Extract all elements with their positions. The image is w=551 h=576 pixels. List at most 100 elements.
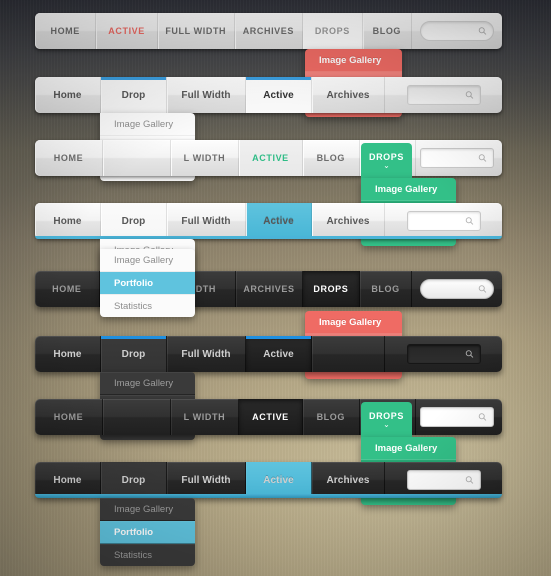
search-container bbox=[385, 462, 502, 498]
nav-label: Full Width bbox=[181, 215, 231, 227]
search-icon bbox=[465, 217, 474, 226]
nav-item-archives[interactable]: Archives bbox=[312, 77, 385, 113]
dropdown-item-portfolio[interactable]: Portfolio bbox=[100, 272, 195, 295]
nav-label: Drop bbox=[121, 474, 146, 486]
nav-label: BLOG bbox=[372, 26, 402, 36]
dropdown-item-statistics[interactable]: Statistics bbox=[100, 295, 195, 317]
chevron-down-icon: ⌄ bbox=[383, 161, 390, 170]
nav-item-home[interactable]: HOME bbox=[35, 271, 100, 307]
nav-item-archives[interactable]: ARCHIVES bbox=[236, 271, 303, 307]
nav-label: ACTIVE bbox=[252, 153, 289, 163]
dropdown-dark-8: Image Gallery Portfolio Statistics bbox=[100, 498, 195, 566]
accent-bar-blue bbox=[246, 77, 311, 80]
nav-item-active[interactable]: ACTIVE bbox=[238, 140, 304, 176]
nav-label: Archives bbox=[326, 215, 370, 227]
dropdown-item-portfolio[interactable]: Portfolio bbox=[100, 521, 195, 544]
search-box[interactable] bbox=[406, 211, 481, 231]
nav-item-home[interactable]: Home bbox=[35, 336, 101, 372]
nav-item-drops[interactable]: DROPS bbox=[302, 271, 361, 307]
dropdown-item-image-gallery[interactable]: Image Gallery bbox=[361, 437, 456, 460]
nav-label: ARCHIVES bbox=[243, 284, 295, 294]
nav-item-spacer[interactable] bbox=[103, 140, 171, 176]
nav-item-blog[interactable]: BLOG bbox=[303, 140, 360, 176]
dropdown-item-image-gallery[interactable]: Image Gallery bbox=[100, 498, 195, 521]
nav-item-drop[interactable]: Drop bbox=[101, 462, 167, 498]
search-container bbox=[416, 399, 502, 435]
search-icon bbox=[478, 413, 487, 422]
nav-item-drops-green-7[interactable]: DROPS ⌄ bbox=[361, 402, 412, 437]
nav-item-active[interactable]: Active bbox=[246, 336, 312, 372]
nav-item-full-width[interactable]: Full Width bbox=[167, 77, 246, 113]
navbar-light-blue-underline: Home Drop Full Width Active Archives bbox=[35, 203, 502, 239]
nav-item-full-width[interactable]: L WIDTH bbox=[171, 399, 239, 435]
search-box[interactable] bbox=[406, 85, 481, 105]
nav-item-archives[interactable]: Archives bbox=[312, 203, 385, 239]
nav-item-blog[interactable]: BLOG bbox=[303, 399, 360, 435]
nav-item-home[interactable]: Home bbox=[35, 77, 101, 113]
navbar-light-green: HOME L WIDTH ACTIVE BLOG bbox=[35, 140, 502, 176]
nav-item-home[interactable]: Home bbox=[35, 203, 101, 239]
nav-item-drop[interactable]: Drop bbox=[101, 336, 167, 372]
search-box[interactable] bbox=[406, 470, 481, 490]
dropdown-item-image-gallery[interactable]: Image Gallery bbox=[305, 49, 402, 72]
dropdown-item-image-gallery[interactable]: Image Gallery bbox=[100, 113, 195, 136]
search-box[interactable] bbox=[420, 407, 495, 427]
search-box[interactable] bbox=[420, 148, 495, 168]
nav-item-home[interactable]: HOME bbox=[35, 140, 103, 176]
nav-label: Drop bbox=[121, 348, 146, 360]
search-box[interactable] bbox=[419, 21, 494, 41]
nav-item-full-width[interactable]: FULL WIDTH bbox=[158, 13, 235, 49]
nav-item-drop[interactable]: Drop bbox=[101, 77, 167, 113]
nav-item-blog[interactable]: BLOG bbox=[363, 13, 412, 49]
nav-item-active[interactable]: Active bbox=[246, 203, 312, 239]
nav-item-home[interactable]: Home bbox=[35, 462, 101, 498]
nav-item-spacer[interactable] bbox=[103, 399, 171, 435]
dropdown-label: Image Gallery bbox=[375, 442, 438, 454]
dropdown-item-image-gallery[interactable]: Image Gallery bbox=[305, 311, 402, 334]
nav-item-full-width[interactable]: Full Width bbox=[167, 462, 246, 498]
nav-item-archives[interactable] bbox=[312, 336, 385, 372]
navbar-showcase: HOME ACTIVE FULL WIDTH ARCHIVES DROPS BL… bbox=[0, 0, 551, 576]
dropdown-label: Image Gallery bbox=[319, 54, 382, 66]
chevron-down-icon: ⌄ bbox=[383, 420, 390, 429]
search-container bbox=[412, 13, 502, 49]
nav-label: FULL WIDTH bbox=[165, 26, 227, 36]
nav-item-blog[interactable]: BLOG bbox=[360, 271, 412, 307]
search-container bbox=[412, 271, 502, 307]
dropdown-item-image-gallery[interactable]: Image Gallery bbox=[100, 372, 195, 395]
navbar-dark-green: HOME L WIDTH ACTIVE BLOG bbox=[35, 399, 502, 435]
nav-label: L WIDTH bbox=[183, 153, 226, 163]
search-container bbox=[385, 77, 502, 113]
nav-item-drop[interactable]: Drop bbox=[101, 203, 167, 239]
dropdown-label: Image Gallery bbox=[375, 183, 438, 195]
search-icon bbox=[478, 285, 487, 294]
nav-item-full-width[interactable]: L WIDTH bbox=[171, 140, 239, 176]
search-icon bbox=[478, 154, 487, 163]
dropdown-item-image-gallery[interactable]: Image Gallery bbox=[361, 178, 456, 201]
nav-item-drops[interactable]: DROPS bbox=[303, 13, 363, 49]
search-container bbox=[385, 203, 502, 239]
nav-label: Active bbox=[263, 89, 294, 101]
search-box[interactable] bbox=[406, 344, 481, 364]
navbar-dark-blue-underline: Home Drop Full Width Active Archives bbox=[35, 462, 502, 498]
nav-item-active[interactable]: ACTIVE bbox=[238, 399, 304, 435]
nav-label: Home bbox=[53, 89, 82, 101]
nav-item-active[interactable]: Active bbox=[246, 77, 312, 113]
nav-item-full-width[interactable]: Full Width bbox=[167, 336, 246, 372]
nav-item-active[interactable]: ACTIVE bbox=[96, 13, 158, 49]
nav-item-full-width[interactable]: Full Width bbox=[167, 203, 246, 239]
nav-item-active[interactable]: Active bbox=[246, 462, 312, 498]
nav-item-home[interactable]: HOME bbox=[35, 13, 97, 49]
dropdown-item-image-gallery[interactable]: Image Gallery bbox=[100, 249, 195, 272]
nav-label: HOME bbox=[50, 26, 80, 36]
dropdown-label: Image Gallery bbox=[319, 316, 382, 328]
dropdown-label: Portfolio bbox=[114, 526, 154, 538]
nav-item-archives[interactable]: ARCHIVES bbox=[235, 13, 303, 49]
search-box[interactable] bbox=[420, 279, 494, 299]
nav-label: DROPS bbox=[314, 26, 350, 36]
dropdown-item-statistics[interactable]: Statistics bbox=[100, 544, 195, 566]
search-container bbox=[416, 140, 502, 176]
nav-item-archives[interactable]: Archives bbox=[312, 462, 385, 498]
nav-item-home[interactable]: HOME bbox=[35, 399, 103, 435]
nav-item-drops-green-3[interactable]: DROPS ⌄ bbox=[361, 143, 412, 178]
